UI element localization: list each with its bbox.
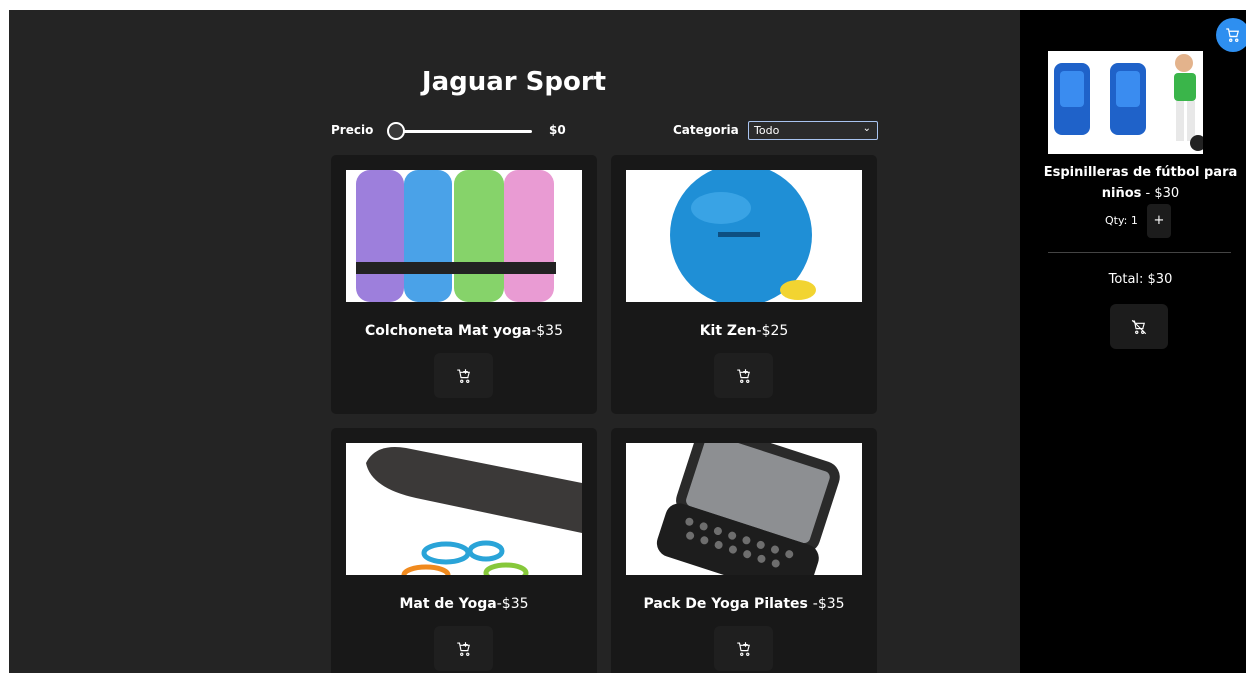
product-title: Pack De Yoga Pilates -$35 (611, 596, 877, 612)
category-filter-label: Categoria (673, 123, 739, 137)
price-slider-track (393, 130, 532, 133)
add-to-cart-button[interactable] (434, 353, 493, 398)
product-title: Kit Zen-$25 (611, 323, 877, 339)
qty-label: Qty: 1 (1105, 214, 1138, 227)
product-title: Colchoneta Mat yoga-$35 (331, 323, 597, 339)
product-image-exercise-ball (626, 170, 862, 302)
page-title: Jaguar Sport (421, 67, 607, 97)
cart-item-price: - $30 (1141, 186, 1180, 201)
product-name: Kit Zen (699, 323, 757, 339)
category-select[interactable]: Todo ⌄ (748, 121, 878, 140)
cart-divider (1048, 252, 1231, 253)
cart-item-name-line1: Espinilleras de fútbol para (1043, 165, 1238, 180)
product-card: Mat de Yoga-$35 (331, 428, 597, 673)
price-filter-label: Precio (331, 123, 374, 137)
product-name: Mat de Yoga (399, 596, 497, 612)
cart-plus-icon (456, 368, 470, 383)
product-name: Colchoneta Mat yoga (365, 323, 532, 339)
cart-clear-icon (1131, 319, 1147, 334)
filters-bar: Precio $0 Categoria Todo ⌄ (331, 121, 878, 141)
product-price: -$35 (496, 596, 529, 612)
cart-item-image (1048, 51, 1203, 154)
add-to-cart-button[interactable] (714, 626, 773, 671)
product-price: -$25 (756, 323, 789, 339)
product-price: -$35 (812, 596, 845, 612)
price-slider-thumb[interactable] (387, 122, 405, 140)
cart-toggle-button[interactable] (1216, 18, 1246, 52)
product-image-yoga-mats (346, 170, 582, 302)
cart-sidebar: Espinilleras de fútbol para niños - $30 … (1020, 10, 1246, 673)
cart-plus-icon (736, 368, 750, 383)
product-card: Colchoneta Mat yoga-$35 (331, 155, 597, 414)
category-select-value: Todo (754, 124, 780, 137)
product-title: Mat de Yoga-$35 (331, 596, 597, 612)
cart-item-name-line2: niños (1101, 186, 1142, 201)
product-image-yoga-mat-bands (346, 443, 582, 575)
price-filter-value: $0 (549, 123, 566, 137)
price-slider[interactable] (387, 122, 532, 140)
cart-plus-icon (736, 641, 750, 656)
add-to-cart-button[interactable] (434, 626, 493, 671)
qty-increase-button[interactable]: + (1147, 204, 1171, 238)
add-to-cart-button[interactable] (714, 353, 773, 398)
cart-total: Total: $30 (1108, 272, 1173, 287)
product-card: Pack De Yoga Pilates -$35 (611, 428, 877, 673)
cart-plus-icon (456, 641, 470, 656)
product-image-phone (626, 443, 862, 575)
product-price: -$35 (531, 323, 563, 339)
clear-cart-button[interactable] (1110, 304, 1168, 349)
cart-icon (1226, 28, 1240, 42)
product-card: Kit Zen-$25 (611, 155, 877, 414)
cart-item-name: Espinilleras de fútbol para niños - $30 (1020, 162, 1246, 204)
app-root: Jaguar Sport Precio $0 Categoria Todo ⌄ (9, 10, 1246, 673)
product-name: Pack De Yoga Pilates (643, 596, 813, 612)
chevron-down-icon: ⌄ (862, 123, 871, 134)
